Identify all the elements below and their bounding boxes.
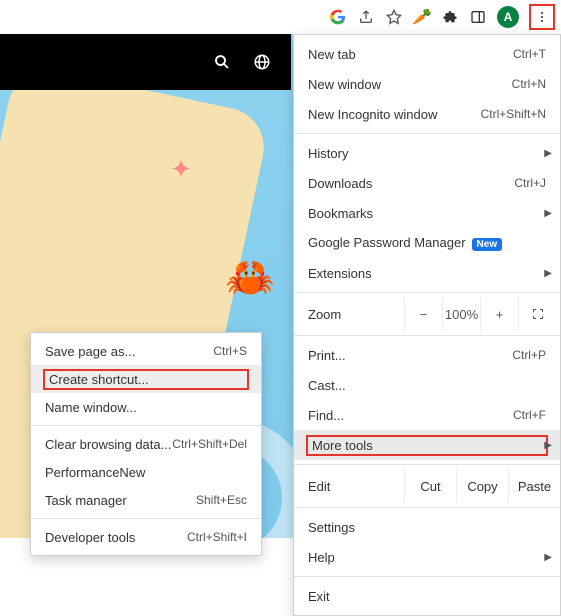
menu-label: Clear browsing data... xyxy=(45,437,172,452)
menu-label: Print... xyxy=(308,348,512,363)
menu-label: Find... xyxy=(308,408,513,423)
new-badge: New xyxy=(472,238,503,251)
menu-shortcut: Ctrl+J xyxy=(514,176,546,190)
menu-incognito[interactable]: New Incognito window Ctrl+Shift+N xyxy=(294,99,560,129)
menu-help[interactable]: Help ▶ xyxy=(294,542,560,572)
menu-label: Bookmarks xyxy=(308,206,546,221)
separator xyxy=(294,576,560,577)
menu-print[interactable]: Print... Ctrl+P xyxy=(294,340,560,370)
separator xyxy=(294,335,560,336)
menu-label: Downloads xyxy=(308,176,514,191)
submenu-clear-browsing-data[interactable]: Clear browsing data... Ctrl+Shift+Del xyxy=(31,430,261,458)
menu-shortcut: Ctrl+F xyxy=(513,408,546,422)
menu-shortcut: Ctrl+Shift+N xyxy=(481,107,546,121)
edit-cut-button[interactable]: Cut xyxy=(404,469,456,503)
menu-label: More tools xyxy=(308,437,546,454)
edit-label: Edit xyxy=(308,479,404,494)
separator xyxy=(294,292,560,293)
submenu-performance[interactable]: PerformanceNew xyxy=(31,458,261,486)
chevron-right-icon: ▶ xyxy=(544,148,552,159)
menu-label: Name window... xyxy=(45,400,247,415)
profile-avatar[interactable]: A xyxy=(497,6,519,28)
submenu-create-shortcut[interactable]: Create shortcut... xyxy=(31,365,261,393)
menu-downloads[interactable]: Downloads Ctrl+J xyxy=(294,168,560,198)
menu-history[interactable]: History ▶ xyxy=(294,138,560,168)
menu-more-tools[interactable]: More tools ▶ xyxy=(294,430,560,460)
extensions-puzzle-icon[interactable] xyxy=(441,8,459,26)
menu-label: Google Password ManagerNew xyxy=(308,235,546,251)
browser-toolbar: 🥕 A xyxy=(0,0,561,34)
chevron-right-icon: ▶ xyxy=(544,552,552,563)
separator xyxy=(31,425,261,426)
menu-find[interactable]: Find... Ctrl+F xyxy=(294,400,560,430)
menu-zoom: Zoom − 100% + xyxy=(294,297,560,331)
menu-label: Task manager xyxy=(45,493,196,508)
separator xyxy=(294,133,560,134)
menu-cast[interactable]: Cast... xyxy=(294,370,560,400)
star-decoration: ✦ xyxy=(170,154,192,185)
submenu-developer-tools[interactable]: Developer tools Ctrl+Shift+I xyxy=(31,523,261,551)
edit-paste-button[interactable]: Paste xyxy=(508,469,560,503)
star-icon[interactable] xyxy=(385,8,403,26)
menu-new-tab[interactable]: New tab Ctrl+T xyxy=(294,39,560,69)
menu-label: Settings xyxy=(308,520,546,535)
menu-edit: Edit Cut Copy Paste xyxy=(294,469,560,503)
menu-extensions[interactable]: Extensions ▶ xyxy=(294,258,560,288)
menu-label: New window xyxy=(308,77,512,92)
chevron-right-icon: ▶ xyxy=(544,208,552,219)
edit-copy-button[interactable]: Copy xyxy=(456,469,508,503)
menu-shortcut: Ctrl+P xyxy=(512,348,546,362)
separator xyxy=(294,507,560,508)
zoom-value: 100% xyxy=(442,297,480,331)
separator xyxy=(31,518,261,519)
menu-shortcut: Ctrl+N xyxy=(512,77,546,91)
menu-shortcut: Ctrl+Shift+Del xyxy=(172,437,247,451)
menu-label: Cast... xyxy=(308,378,546,393)
share-icon[interactable] xyxy=(357,8,375,26)
zoom-label: Zoom xyxy=(308,307,404,322)
menu-label: New Incognito window xyxy=(308,107,481,122)
menu-label: History xyxy=(308,146,546,161)
menu-label: New tab xyxy=(308,47,513,62)
menu-label: Create shortcut... xyxy=(45,371,247,388)
menu-button[interactable] xyxy=(529,4,555,30)
chevron-right-icon: ▶ xyxy=(544,268,552,279)
crab-decoration: 🦀 xyxy=(225,254,275,301)
separator xyxy=(294,464,560,465)
zoom-out-button[interactable]: − xyxy=(404,297,442,331)
menu-label: Developer tools xyxy=(45,530,187,545)
google-icon[interactable] xyxy=(329,8,347,26)
new-badge: New xyxy=(119,465,145,480)
menu-shortcut: Shift+Esc xyxy=(196,493,247,507)
menu-shortcut: Ctrl+Shift+I xyxy=(187,530,247,544)
menu-label: Extensions xyxy=(308,266,546,281)
menu-bookmarks[interactable]: Bookmarks ▶ xyxy=(294,198,560,228)
submenu-name-window[interactable]: Name window... xyxy=(31,393,261,421)
chevron-right-icon: ▶ xyxy=(544,440,552,451)
menu-new-window[interactable]: New window Ctrl+N xyxy=(294,69,560,99)
menu-label: Exit xyxy=(308,589,546,604)
menu-password-manager[interactable]: Google Password ManagerNew xyxy=(294,228,560,258)
menu-label: Save page as... xyxy=(45,344,213,359)
extension-carrot-icon[interactable]: 🥕 xyxy=(413,8,431,26)
menu-label: Help xyxy=(308,550,546,565)
menu-shortcut: Ctrl+S xyxy=(213,344,247,358)
zoom-in-button[interactable]: + xyxy=(480,297,518,331)
fullscreen-button[interactable] xyxy=(518,297,556,331)
site-header xyxy=(0,34,291,90)
search-icon[interactable] xyxy=(213,53,231,71)
chrome-menu: New tab Ctrl+T New window Ctrl+N New Inc… xyxy=(293,34,561,616)
submenu-save-page[interactable]: Save page as... Ctrl+S xyxy=(31,337,261,365)
globe-icon[interactable] xyxy=(253,53,271,71)
submenu-task-manager[interactable]: Task manager Shift+Esc xyxy=(31,486,261,514)
sidepanel-icon[interactable] xyxy=(469,8,487,26)
more-tools-submenu: Save page as... Ctrl+S Create shortcut..… xyxy=(30,332,262,556)
menu-label: PerformanceNew xyxy=(45,465,247,480)
menu-exit[interactable]: Exit xyxy=(294,581,560,611)
menu-shortcut: Ctrl+T xyxy=(513,47,546,61)
